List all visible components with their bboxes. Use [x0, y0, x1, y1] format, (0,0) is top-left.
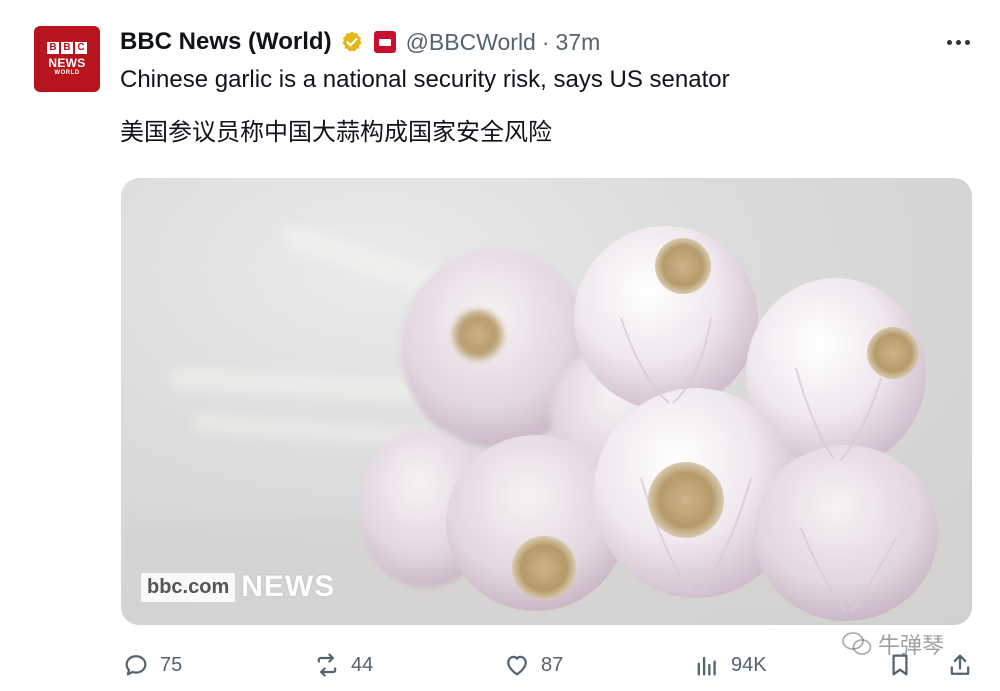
view-count: 94K	[731, 653, 767, 676]
bbc-affiliate-icon[interactable]	[373, 31, 396, 53]
reply-icon	[125, 655, 147, 676]
avatar-news-label: NEWS	[48, 55, 86, 70]
watermark-text: 牛弹琴	[878, 634, 945, 659]
tweet-text-english: Chinese garlic is a national security ri…	[120, 66, 730, 93]
bbc-logo-letter: C	[75, 41, 87, 54]
repost-icon	[317, 653, 337, 677]
bbc-logo-letter: B	[47, 41, 59, 54]
like-button[interactable]: 87	[503, 645, 563, 685]
share-icon	[950, 654, 970, 675]
tweet-text-chinese-caption: 美国参议员称中国大蒜构成国家安全风险	[120, 118, 552, 146]
tweet-media-image[interactable]: bbc.com NEWS	[121, 178, 972, 625]
avatar[interactable]: B B C NEWS WORLD	[34, 26, 100, 92]
bbc-logo: B B C	[47, 41, 87, 54]
wechat-logo-icon	[842, 632, 872, 655]
repost-button[interactable]: 44	[313, 645, 373, 685]
author-handle[interactable]: @BBCWorld	[406, 29, 536, 56]
tweet-header: BBC News (World) @BBCWorld · 37m	[120, 25, 600, 59]
reply-button[interactable]: 75	[122, 645, 182, 685]
garlic-photo	[121, 225, 972, 625]
views-chart-icon	[697, 656, 716, 676]
share-button[interactable]	[946, 645, 974, 685]
bbc-site-chip: bbc.com	[141, 572, 236, 602]
media-overlay-watermark: bbc.com NEWS	[141, 570, 335, 604]
repost-count: 44	[351, 653, 374, 676]
views-button[interactable]: 94K	[693, 645, 767, 685]
avatar-world-label: WORLD	[54, 69, 80, 76]
bbc-logo-letter: B	[61, 41, 73, 54]
overlay-watermark: 牛弹琴	[842, 628, 944, 660]
bbc-news-overlay: NEWS	[241, 570, 336, 603]
verified-badge-icon[interactable]	[340, 30, 364, 54]
heart-icon	[507, 655, 527, 676]
separator-dot: ·	[541, 28, 550, 55]
more-options-icon[interactable]	[944, 32, 972, 52]
reply-count: 75	[160, 653, 183, 676]
like-count: 87	[541, 653, 564, 676]
author-display-name[interactable]: BBC News (World)	[120, 28, 332, 56]
tweet-timestamp[interactable]: 37m	[556, 29, 601, 56]
